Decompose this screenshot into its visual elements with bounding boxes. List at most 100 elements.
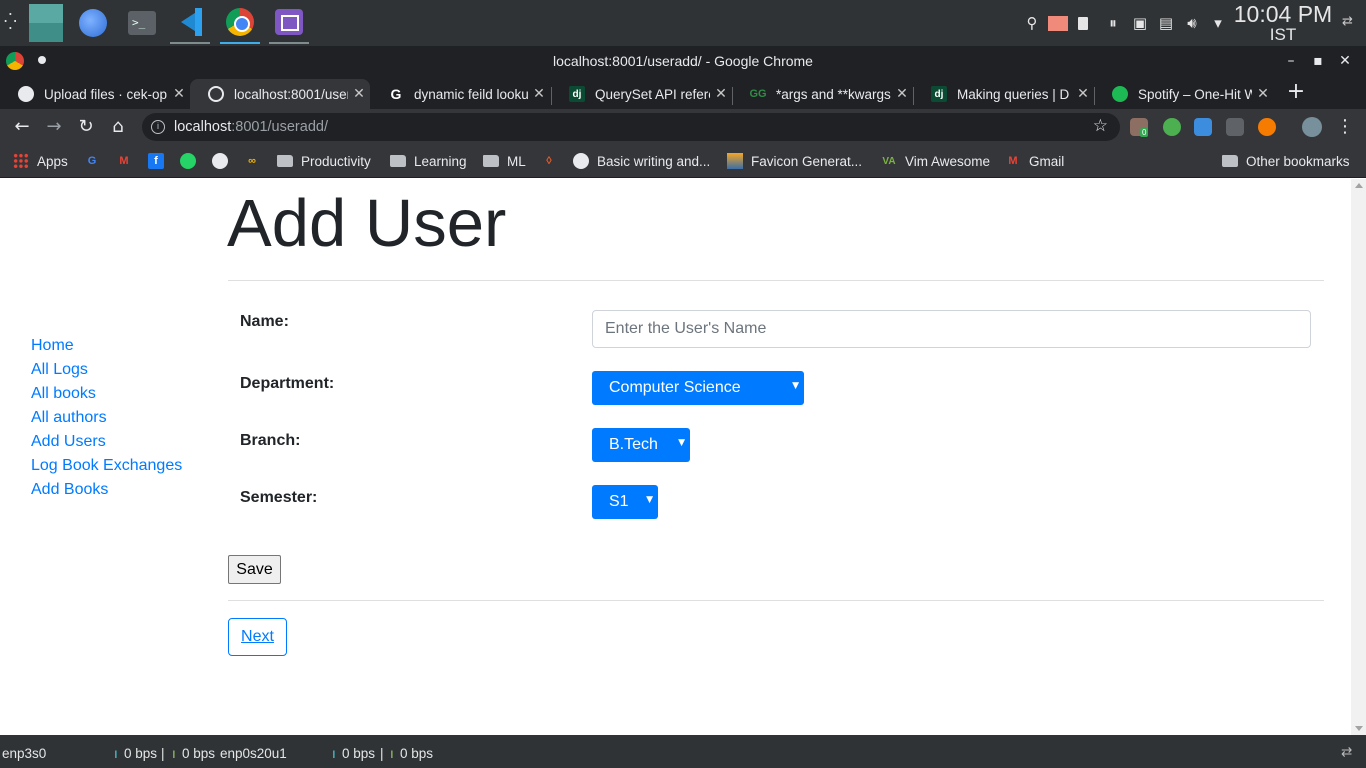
address-bar[interactable]: i localhost:8001/useradd/ ☆ <box>142 113 1120 141</box>
tab-spotify[interactable]: Spotify – One-Hit W ✕ <box>1094 79 1274 109</box>
chrome-menu-icon[interactable]: ⋮ <box>1333 115 1357 139</box>
close-tab-icon[interactable]: ✕ <box>168 86 190 102</box>
sidebar-link-all-logs[interactable]: All Logs <box>31 358 182 382</box>
iface2-name: enp0s20u1 <box>220 746 287 761</box>
tray-expand-icon[interactable]: ▾ <box>1208 13 1228 33</box>
tab-making-queries[interactable]: dj Making queries | D ✕ <box>913 79 1094 109</box>
bookmark-coursera[interactable]: ∞ <box>244 152 268 170</box>
close-icon[interactable]: ✕ <box>1335 51 1355 71</box>
bookmark-apps[interactable]: Apps <box>13 152 68 170</box>
back-icon[interactable]: ← <box>10 115 34 139</box>
name-input[interactable] <box>592 310 1311 348</box>
clock[interactable]: 10:04 PM IST <box>1232 2 1334 44</box>
trash-icon[interactable] <box>1074 13 1092 33</box>
tab-args-kwargs[interactable]: GG *args and **kwargs ✕ <box>732 79 913 109</box>
sidebar-link-home[interactable]: Home <box>31 334 182 358</box>
bookmark-label: Other bookmarks <box>1246 153 1350 169</box>
maximize-icon[interactable]: ▪ <box>1308 51 1328 71</box>
url-text: localhost:8001/useradd/ <box>174 119 328 135</box>
close-tab-icon[interactable]: ✕ <box>1072 86 1094 102</box>
branch-select[interactable]: B.Tech ▼ <box>592 428 690 462</box>
bookmark-gmail[interactable]: M <box>116 152 140 170</box>
tree-extension-icon[interactable] <box>1226 118 1244 136</box>
close-tab-icon[interactable]: ✕ <box>710 86 732 102</box>
taskbar-firefox[interactable] <box>73 2 113 44</box>
close-tab-icon[interactable]: ✕ <box>528 86 550 102</box>
taskbar-terminal[interactable]: >_ <box>122 2 162 44</box>
gmail-icon: M <box>119 155 129 167</box>
globe-icon <box>208 86 224 102</box>
department-select[interactable]: Computer Science ▼ <box>592 371 804 405</box>
separator-text: | <box>380 746 384 761</box>
bookmark-star-icon[interactable]: ☆ <box>1093 116 1108 136</box>
sidebar-link-add-books[interactable]: Add Books <box>31 478 182 502</box>
sidebar-link-add-users[interactable]: Add Users <box>31 430 182 454</box>
bitwarden-icon[interactable] <box>1194 118 1212 136</box>
tab-localhost-useradd[interactable]: localhost:8001/user ✕ <box>190 79 370 109</box>
sidebar-link-log-book-exchanges[interactable]: Log Book Exchanges <box>31 454 182 478</box>
taskbar-vscode[interactable] <box>170 2 210 44</box>
reload-icon[interactable]: ↻ <box>74 115 98 139</box>
firefox-icon <box>79 9 107 37</box>
chrome-icon <box>226 8 254 36</box>
department-selected-value: Computer Science <box>609 379 741 396</box>
network-icon[interactable]: ▣ <box>1129 13 1151 33</box>
tab-upload-files[interactable]: Upload files · cek-op ✕ <box>0 79 190 109</box>
sidebar-link-all-authors[interactable]: All authors <box>31 406 182 430</box>
close-tab-icon[interactable]: ✕ <box>348 86 370 102</box>
forward-icon[interactable]: → <box>42 115 66 139</box>
bookmark-folder-productivity[interactable]: Productivity <box>277 152 371 170</box>
tab-dynamic-field-lookup[interactable]: G dynamic feild looku ✕ <box>370 79 550 109</box>
scroll-up-icon[interactable] <box>1355 183 1363 188</box>
bookmark-favicon-generator[interactable]: Favicon Generat... <box>727 152 862 170</box>
bookmark-folder-learning[interactable]: Learning <box>390 152 467 170</box>
tab-title: localhost:8001/user <box>234 86 348 102</box>
bookmark-fire[interactable]: ◊ <box>541 152 565 170</box>
media-pause-icon[interactable]: ⏸ <box>1103 13 1123 33</box>
bookmark-facebook[interactable]: f <box>148 152 172 170</box>
bookmark-github[interactable] <box>212 152 236 170</box>
color-picker-icon[interactable] <box>1047 13 1069 33</box>
bookmark-gmail-2[interactable]: M Gmail <box>1005 152 1064 170</box>
minimize-icon[interactable]: – <box>1281 51 1301 71</box>
panel-settings-icon[interactable]: ⇄ <box>1342 14 1362 32</box>
profile-avatar[interactable] <box>1302 117 1322 137</box>
bookmark-other[interactable]: Other bookmarks <box>1222 152 1350 170</box>
iface1-download: 0 bps <box>124 746 158 761</box>
home-icon[interactable]: ⌂ <box>106 115 130 139</box>
crop-icon <box>275 9 303 35</box>
scroll-down-icon[interactable] <box>1355 726 1363 731</box>
tab-queryset-api[interactable]: dj QuerySet API refere ✕ <box>551 79 732 109</box>
volume-icon[interactable]: 🔊︎ <box>1182 13 1202 33</box>
semester-select[interactable]: S1 ▼ <box>592 485 658 519</box>
search-icon[interactable]: ⚲ <box>1022 13 1042 33</box>
save-button[interactable]: Save <box>228 555 281 584</box>
taskbar-screenshot[interactable] <box>269 2 309 44</box>
duckduckgo-icon[interactable] <box>1258 118 1276 136</box>
sidebar-link-all-books[interactable]: All books <box>31 382 182 406</box>
bookmark-folder-ml[interactable]: ML <box>483 152 526 170</box>
site-info-icon[interactable]: i <box>151 120 165 134</box>
iface1-upload: 0 bps <box>182 746 216 761</box>
page-scrollbar[interactable] <box>1351 179 1366 735</box>
bookmark-google[interactable]: G <box>84 152 108 170</box>
clipboard-icon[interactable]: ▤ <box>1156 13 1176 33</box>
next-button[interactable]: Next <box>228 618 287 656</box>
taskbar-chrome[interactable] <box>220 2 260 44</box>
extension-icon[interactable]: 0 <box>1130 118 1149 137</box>
close-tab-icon[interactable]: ✕ <box>1252 86 1274 102</box>
close-tab-icon[interactable]: ✕ <box>891 86 913 102</box>
new-tab-button[interactable]: + <box>1284 80 1308 104</box>
bookmark-label: Favicon Generat... <box>751 153 863 169</box>
iface1-name: enp3s0 <box>2 746 47 761</box>
django-icon: dj <box>569 86 585 102</box>
bookmark-whatsapp[interactable] <box>180 152 204 170</box>
taskbar-desktop-preview[interactable] <box>26 2 66 44</box>
apps-grid-icon <box>13 153 29 169</box>
panel-settings-icon[interactable]: ⇄ <box>1341 744 1352 760</box>
bookmark-basic-writing[interactable]: Basic writing and... <box>573 152 710 170</box>
evernote-icon[interactable] <box>1163 118 1181 136</box>
bookmark-vim-awesome[interactable]: VA Vim Awesome <box>881 152 990 170</box>
kde-launcher-icon[interactable]: ⁛ <box>4 12 22 34</box>
browser-toolbar: ← → ↻ ⌂ i localhost:8001/useradd/ ☆ 0 ⋮ <box>0 109 1366 145</box>
